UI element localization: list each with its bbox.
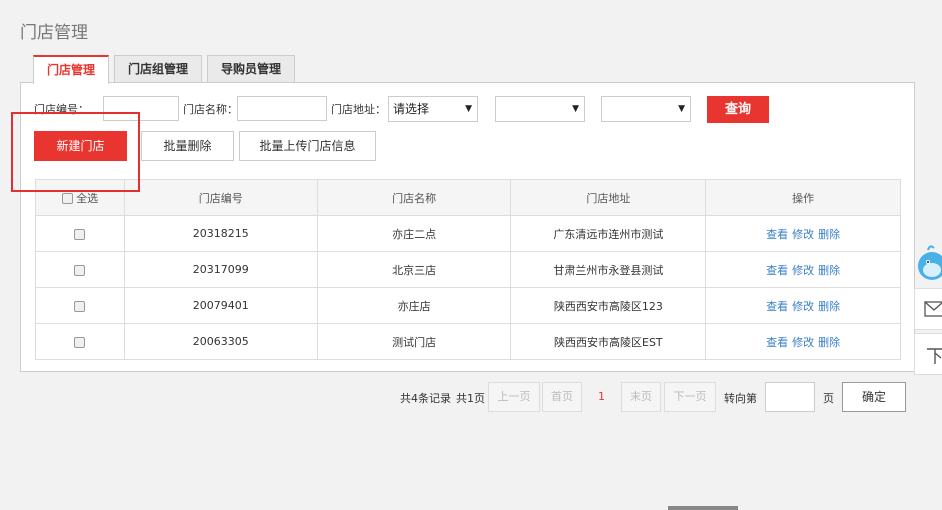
operations-cell: 查看 修改 删除: [705, 215, 901, 252]
view-link[interactable]: 查看: [766, 228, 788, 241]
pager-goto-label: 转向第: [724, 392, 757, 405]
store-name-label: 门店名称：: [183, 103, 238, 116]
province-select[interactable]: 请选择 ▼: [388, 96, 478, 122]
tab-guide-management[interactable]: 导购员管理: [207, 55, 296, 83]
edit-link[interactable]: 修改: [792, 228, 814, 241]
store-code-cell: 20317099: [123, 251, 318, 288]
pager-last-button[interactable]: 末页: [621, 382, 661, 412]
province-select-value: 请选择: [393, 102, 430, 116]
chevron-down-icon: ▼: [678, 104, 685, 114]
store-name-cell: 测试门店: [316, 323, 512, 360]
pager-first-button[interactable]: 首页: [542, 382, 582, 412]
table-row: 20318215 亦庄二点 广东清远市连州市测试 查看 修改 删除: [35, 215, 901, 252]
pager-confirm-button[interactable]: 确定: [842, 382, 906, 412]
row-checkbox[interactable]: [74, 228, 86, 240]
row-checkbox-cell: [35, 323, 125, 360]
page-title: 门店管理: [20, 23, 88, 43]
column-header-store-name: 门店名称: [316, 179, 512, 216]
select-all-label: 全选: [76, 191, 99, 205]
city-select[interactable]: ▼: [495, 96, 585, 122]
edit-link[interactable]: 修改: [792, 300, 814, 313]
table-row: 20063305 测试门店 陕西西安市高陵区EST 查看 修改 删除: [35, 323, 901, 360]
tab-bar: 门店管理 门店组管理 导购员管理: [33, 55, 300, 84]
row-checkbox[interactable]: [74, 336, 86, 348]
row-checkbox-cell: [35, 215, 125, 252]
store-address-label: 门店地址：: [331, 103, 386, 116]
chevron-down-icon: ▼: [572, 104, 579, 114]
mascot-icon[interactable]: [914, 238, 942, 284]
batch-delete-button[interactable]: 批量删除: [141, 131, 234, 161]
row-checkbox[interactable]: [74, 264, 86, 276]
store-name-cell: 亦庄二点: [316, 215, 512, 252]
mail-icon[interactable]: [914, 288, 942, 330]
edit-link[interactable]: 修改: [792, 336, 814, 349]
pager-total: 共4条记录: [400, 392, 451, 405]
back-to-top-icon[interactable]: [914, 333, 942, 375]
store-address-cell: 陕西西安市高陵区123: [510, 287, 707, 324]
table-row: 20317099 北京三店 甘肃兰州市永登县测试 查看 修改 删除: [35, 251, 901, 288]
batch-upload-button[interactable]: 批量上传门店信息: [239, 131, 376, 161]
store-name-cell: 亦庄店: [316, 287, 512, 324]
store-name-cell: 北京三店: [316, 251, 512, 288]
store-table: 全选 门店编号 门店名称 门店地址 操作 20318215 亦庄二点 广东清远市…: [35, 179, 901, 360]
store-address-cell: 广东清远市连州市测试: [510, 215, 707, 252]
view-link[interactable]: 查看: [766, 300, 788, 313]
district-select[interactable]: ▼: [601, 96, 691, 122]
store-address-cell: 陕西西安市高陵区EST: [510, 323, 707, 360]
tab-store-group-management[interactable]: 门店组管理: [114, 55, 203, 83]
row-checkbox-cell: [35, 251, 125, 288]
operations-cell: 查看 修改 删除: [705, 251, 901, 288]
store-name-input[interactable]: [237, 96, 327, 121]
delete-link[interactable]: 删除: [818, 228, 840, 241]
chevron-down-icon: ▼: [465, 104, 472, 114]
pager-next-button[interactable]: 下一页: [664, 382, 716, 412]
delete-link[interactable]: 删除: [818, 264, 840, 277]
edit-link[interactable]: 修改: [792, 264, 814, 277]
store-address-cell: 甘肃兰州市永登县测试: [510, 251, 707, 288]
view-link[interactable]: 查看: [766, 336, 788, 349]
column-header-operations: 操作: [705, 179, 901, 216]
delete-link[interactable]: 删除: [818, 300, 840, 313]
query-button[interactable]: 查询: [707, 96, 769, 123]
pager-current-page[interactable]: 1: [598, 390, 605, 403]
store-code-cell: 20318215: [123, 215, 318, 252]
pager-goto-input[interactable]: [765, 382, 815, 412]
operations-cell: 查看 修改 删除: [705, 323, 901, 360]
table-row: 20079401 亦庄店 陕西西安市高陵区123 查看 修改 删除: [35, 287, 901, 324]
delete-link[interactable]: 删除: [818, 336, 840, 349]
column-header-store-address: 门店地址: [510, 179, 707, 216]
store-code-cell: 20063305: [123, 323, 318, 360]
pager-prev-button[interactable]: 上一页: [488, 382, 540, 412]
annotation-highlight-box: [11, 112, 140, 192]
table-header-row: 全选 门店编号 门店名称 门店地址 操作: [35, 179, 901, 216]
operations-cell: 查看 修改 删除: [705, 287, 901, 324]
store-code-cell: 20079401: [123, 287, 318, 324]
row-checkbox[interactable]: [74, 300, 86, 312]
view-link[interactable]: 查看: [766, 264, 788, 277]
tab-store-management[interactable]: 门店管理: [33, 55, 110, 84]
select-all-checkbox[interactable]: [61, 193, 73, 204]
main-panel: 门店编号： 门店名称： 门店地址： 请选择 ▼ ▼ ▼ 查询 新建门店 批量删除…: [20, 82, 915, 372]
pager-page-unit: 页: [823, 392, 834, 405]
bottom-scroll-indicator: [668, 506, 738, 510]
column-header-store-code: 门店编号: [123, 179, 318, 216]
pager-pages: 共1页: [456, 392, 485, 405]
row-checkbox-cell: [35, 287, 125, 324]
